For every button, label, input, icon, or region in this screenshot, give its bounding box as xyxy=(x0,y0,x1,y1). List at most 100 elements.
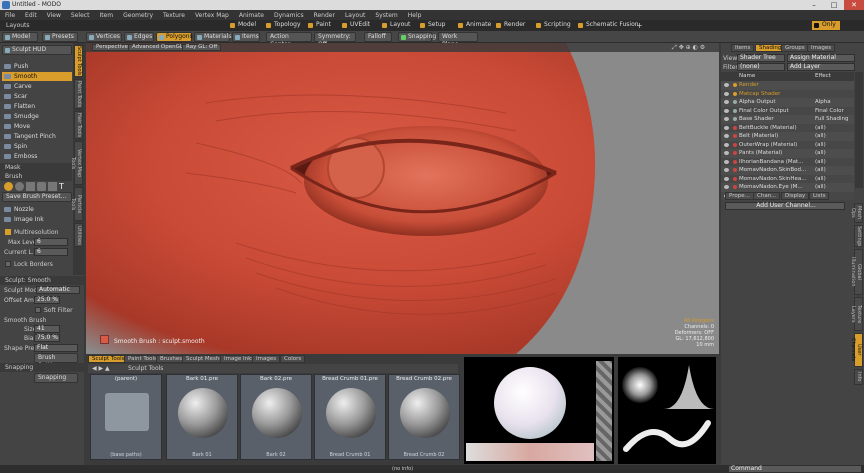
snapping-panel-button[interactable]: Snapping xyxy=(34,373,78,383)
layout-tab-schematic-fusion[interactable]: Schematic Fusion xyxy=(576,21,639,30)
polygons-button[interactable]: Polygons xyxy=(156,32,193,42)
presets-button[interactable]: Presets xyxy=(42,32,78,42)
shader-row[interactable]: BeltBuckle (Material) (all) xyxy=(721,123,854,132)
menu-dynamics[interactable]: Dynamics xyxy=(274,12,304,19)
round-brush-icon[interactable] xyxy=(4,182,13,191)
layout-tab-layout[interactable]: Layout xyxy=(380,21,410,30)
filter-dropdown[interactable]: (none) xyxy=(737,63,785,71)
menu-edit[interactable]: Edit xyxy=(25,12,37,19)
layout-tab-setup[interactable]: Setup xyxy=(418,21,445,30)
image-ink-item[interactable]: Image Ink xyxy=(2,215,72,224)
nav-arrows-icon[interactable]: ◀ ▶ ▲ xyxy=(92,365,110,372)
sculpt-mesh-render[interactable] xyxy=(86,43,719,354)
tab-properties[interactable]: Prope... xyxy=(725,192,754,200)
shader-row[interactable]: MomavNadon.SkinHea... (all) xyxy=(721,174,854,183)
btab-images[interactable]: Images xyxy=(252,355,281,363)
advanced-opengl-dropdown[interactable]: Advanced OpenGL xyxy=(128,44,187,51)
layout-tab-render[interactable]: Render xyxy=(494,21,525,30)
tool-emboss[interactable]: Emboss xyxy=(2,152,72,161)
menu-animate[interactable]: Animate xyxy=(239,12,264,19)
size-field[interactable]: 41 xyxy=(34,325,60,333)
command-input[interactable]: Command xyxy=(728,465,862,473)
eye-icon[interactable] xyxy=(724,185,729,189)
tool-tangent-pinch[interactable]: Tangent Pinch xyxy=(2,132,72,141)
offset-amount-field[interactable]: 25.0 % xyxy=(34,296,60,304)
assign-material-button[interactable]: Assign Material xyxy=(787,54,855,62)
menu-select[interactable]: Select xyxy=(71,12,90,19)
close-button[interactable]: ✕ xyxy=(844,0,864,10)
shader-row[interactable]: Final Color Output Final Color xyxy=(721,106,854,115)
tool-flatten[interactable]: Flatten xyxy=(2,102,72,111)
preset-bark-02[interactable]: Bark 02.pre Bark 02 xyxy=(240,374,312,460)
menu-system[interactable]: System xyxy=(375,12,397,19)
brush-preview[interactable] xyxy=(618,357,716,464)
vtab-texture-layers[interactable]: Texture Layers xyxy=(850,297,863,331)
eye-icon[interactable] xyxy=(724,108,729,113)
tab-channels[interactable]: Chan... xyxy=(753,192,781,200)
soft-brush-icon[interactable] xyxy=(15,182,24,191)
layout-tab-paint[interactable]: Paint xyxy=(306,21,331,30)
tool-scar[interactable]: Scar xyxy=(2,92,72,101)
shader-row[interactable]: Render xyxy=(721,81,854,90)
eye-icon[interactable] xyxy=(724,100,729,104)
current-level-field[interactable]: 6 xyxy=(34,248,68,256)
vtab-global-illumination[interactable]: Global Illumination xyxy=(850,249,863,295)
view-dropdown[interactable]: Shader Tree xyxy=(737,54,785,62)
vtab-hair-tools[interactable]: Hair Tools xyxy=(74,111,83,139)
eye-icon[interactable] xyxy=(724,91,729,96)
symmetry-dropdown[interactable]: Symmetry: Off ▾ xyxy=(314,32,356,48)
falloff-dropdown[interactable]: Falloff ▾ xyxy=(364,32,392,48)
lock-borders-checkbox[interactable] xyxy=(5,261,11,267)
matcap-preview[interactable] xyxy=(464,357,614,464)
eye-icon[interactable] xyxy=(724,83,729,87)
vtab-particle-tools[interactable]: Particle Tools xyxy=(70,187,83,221)
menu-item[interactable]: Item xyxy=(99,12,113,19)
menu-file[interactable]: File xyxy=(5,12,15,19)
multiresolution-checkbox[interactable] xyxy=(5,229,11,235)
shader-row[interactable]: MomavNadon.SkinBod... (all) xyxy=(721,166,854,175)
vtab-info[interactable]: Info xyxy=(854,369,863,385)
vertices-button[interactable]: Vertices xyxy=(86,32,122,42)
preset-bark-01[interactable]: Bark 01.pre Bark 01 xyxy=(166,374,238,460)
preset-path[interactable]: Sculpt Tools xyxy=(128,365,163,372)
vtab-user-channels[interactable]: User Channels xyxy=(850,333,863,367)
brush-settings-button[interactable]: Brush Settings xyxy=(34,353,78,369)
tool-carve[interactable]: Carve xyxy=(2,82,72,91)
tool-move[interactable]: Move xyxy=(2,122,72,131)
edges-button[interactable]: Edges xyxy=(124,32,154,42)
viewport-nav-icons[interactable]: ⤢ ✥ ⊕ ◐ ⚙ xyxy=(672,44,705,52)
menu-view[interactable]: View xyxy=(47,12,61,19)
bias-field[interactable]: 75.0 % xyxy=(34,334,60,342)
snapping-button[interactable]: Snapping xyxy=(398,32,436,42)
work-plane-dropdown[interactable]: Work Plane ▾ xyxy=(438,32,478,48)
max-level-field[interactable]: 6 xyxy=(34,238,68,246)
layout-tab-model[interactable]: Model xyxy=(228,21,256,30)
shader-row[interactable]: Belt (Material) (all) xyxy=(721,132,854,141)
menu-help[interactable]: Help xyxy=(408,12,422,19)
eye-icon[interactable] xyxy=(724,176,729,181)
tab-lists[interactable]: Lists xyxy=(809,192,830,200)
eye-icon[interactable] xyxy=(724,159,729,164)
sculpt-mode-dropdown[interactable]: Automatic xyxy=(36,286,80,294)
sculpt-smooth-section[interactable]: Sculpt: Smooth xyxy=(0,276,84,285)
ray-gl-toggle[interactable]: Ray GL: Off xyxy=(182,44,222,51)
vtab-paint-tools[interactable]: Paint Tools xyxy=(74,79,83,109)
save-brush-preset-button[interactable]: Save Brush Preset... xyxy=(2,192,72,202)
shader-row[interactable]: Base Shader Full Shading xyxy=(721,115,854,124)
preset-bread-crumb-01[interactable]: Bread Crumb 01.pre Bread Crumb 01 xyxy=(314,374,386,460)
shape-preset-dropdown[interactable]: Flat xyxy=(34,344,78,352)
layout-tab-scripting[interactable]: Scripting xyxy=(534,21,571,30)
maximize-button[interactable]: □ xyxy=(824,0,844,10)
eye-icon[interactable] xyxy=(724,151,729,155)
eye-icon[interactable] xyxy=(724,168,729,172)
eye-icon[interactable] xyxy=(724,125,729,130)
3d-viewport[interactable]: Smooth Brush : sculpt.smooth All Polygon… xyxy=(86,43,719,354)
tab-items[interactable]: Items xyxy=(731,44,755,52)
shader-row[interactable]: Matcap Shader xyxy=(721,89,854,98)
perspective-dropdown[interactable]: Perspective xyxy=(92,44,132,51)
eye-icon[interactable] xyxy=(724,142,729,147)
items-button[interactable]: Items xyxy=(232,32,260,42)
menu-vertex-map[interactable]: Vertex Map xyxy=(195,12,229,19)
custom-brush-icon[interactable] xyxy=(48,182,57,191)
layout-tab-topology[interactable]: Topology xyxy=(264,21,301,30)
